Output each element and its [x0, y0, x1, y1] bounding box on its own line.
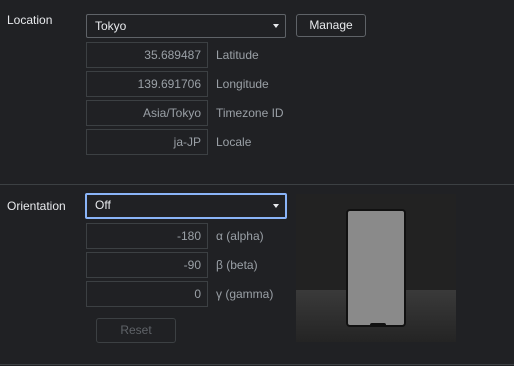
longitude-label: Longitude [216, 77, 269, 91]
orientation-select[interactable]: Off [85, 193, 287, 219]
orientation-select-value: Off [95, 198, 111, 212]
location-label: Location [7, 13, 53, 27]
timezone-label: Timezone ID [216, 106, 284, 120]
section-divider [0, 184, 514, 185]
chevron-down-icon [273, 24, 279, 28]
phone-icon [346, 209, 406, 327]
latitude-input[interactable]: 35.689487 [86, 42, 208, 68]
bottom-divider [0, 364, 514, 365]
locale-input[interactable]: ja-JP [86, 129, 208, 155]
alpha-label: α (alpha) [216, 229, 264, 243]
alpha-input[interactable]: -180 [86, 223, 208, 249]
phone-notch [370, 323, 386, 327]
longitude-input[interactable]: 139.691706 [86, 71, 208, 97]
beta-label: β (beta) [216, 258, 258, 272]
gamma-input[interactable]: 0 [86, 281, 208, 307]
location-select[interactable]: Tokyo [86, 14, 286, 38]
location-select-value: Tokyo [95, 19, 127, 33]
orientation-label: Orientation [7, 199, 66, 213]
chevron-down-icon [273, 204, 279, 208]
timezone-input[interactable]: Asia/Tokyo [86, 100, 208, 126]
beta-input[interactable]: -90 [86, 252, 208, 278]
reset-button[interactable]: Reset [96, 318, 176, 343]
latitude-label: Latitude [216, 48, 259, 62]
orientation-preview[interactable] [296, 194, 456, 342]
locale-label: Locale [216, 135, 252, 149]
manage-button[interactable]: Manage [296, 14, 366, 37]
gamma-label: γ (gamma) [216, 287, 274, 301]
